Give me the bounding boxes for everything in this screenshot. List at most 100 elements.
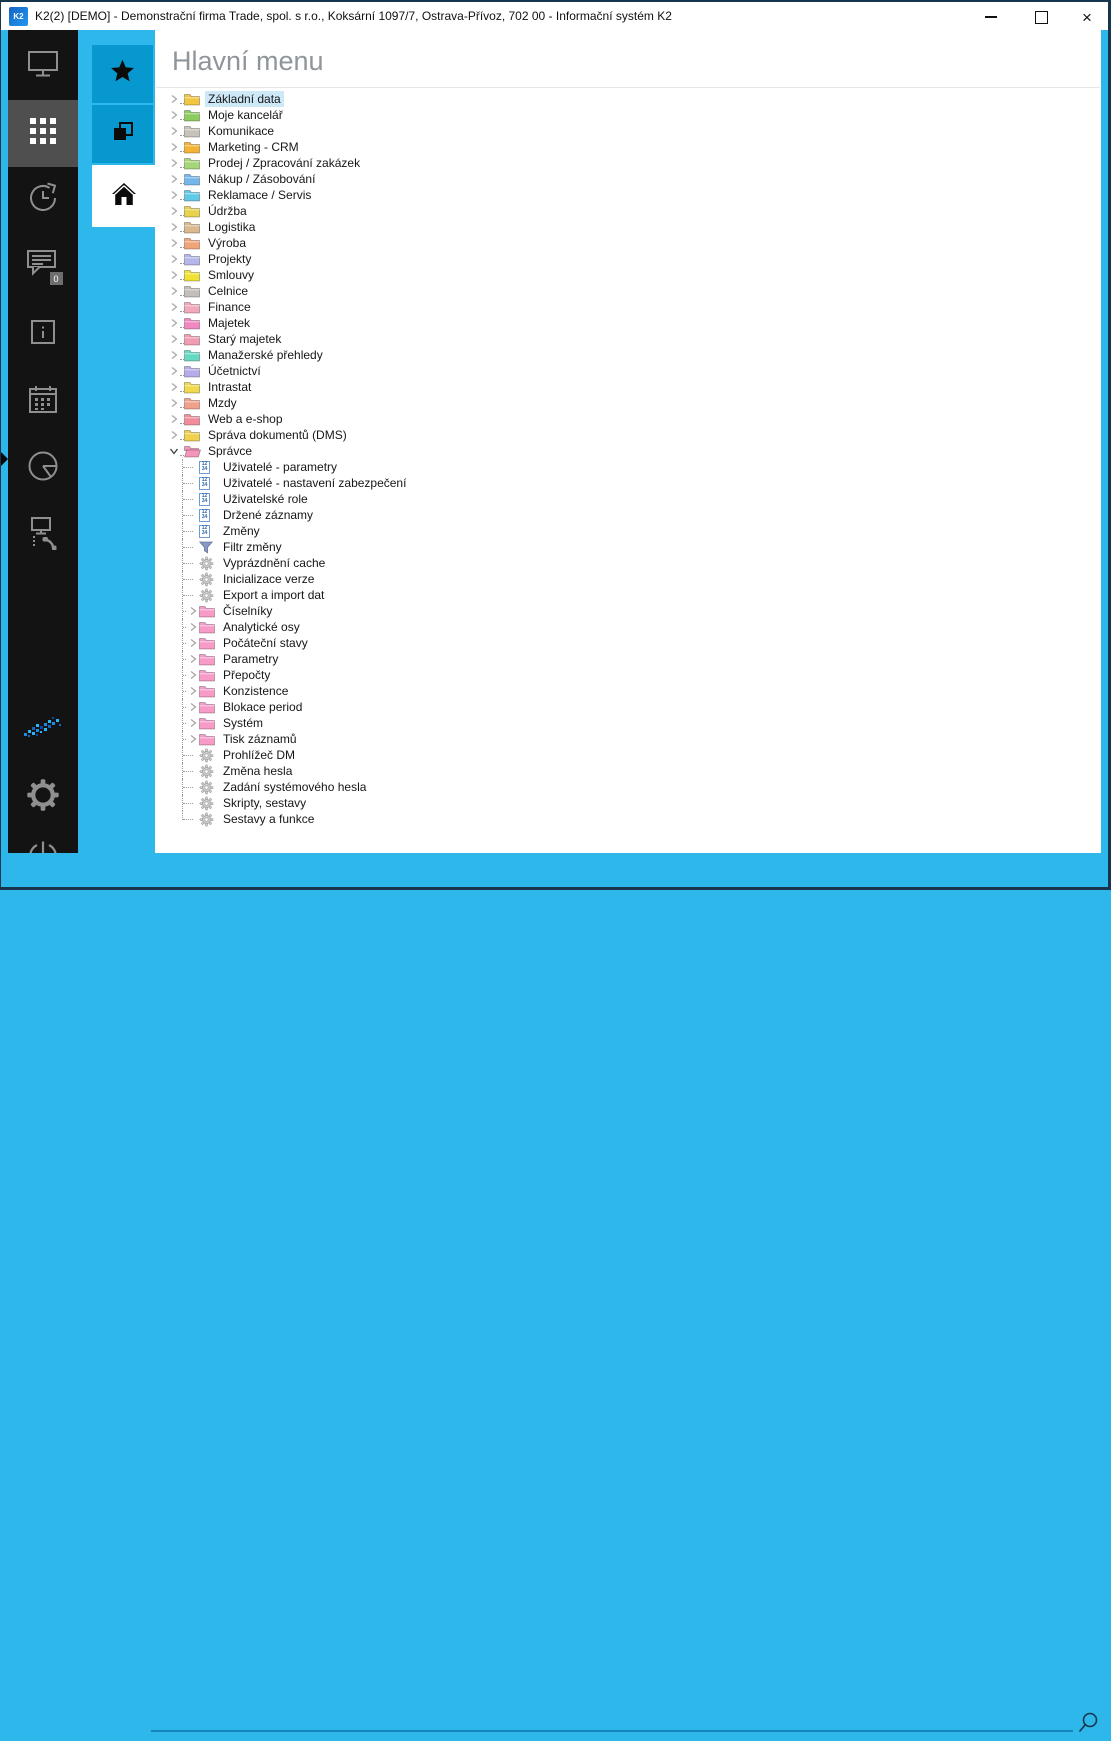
window-title: K2(2) [DEMO] - Demonstrační firma Trade,… [35, 9, 672, 23]
chevron-right-icon[interactable] [168, 171, 180, 187]
tree-item[interactable]: 12 34 Držené záznamy [182, 507, 409, 523]
chevron-right-icon[interactable] [168, 299, 180, 315]
chevron-right-icon[interactable] [168, 395, 180, 411]
tree-item[interactable]: Moje kancelář [168, 107, 409, 123]
chevron-right-icon[interactable] [187, 651, 199, 667]
chevron-right-icon[interactable] [168, 411, 180, 427]
chevron-right-icon[interactable] [168, 155, 180, 171]
sidebar-item-chat[interactable]: 0 [8, 234, 78, 301]
tree-item[interactable]: Konzistence [182, 683, 409, 699]
tree-item[interactable]: Blokace period [182, 699, 409, 715]
sidebar-item-calendar[interactable] [8, 368, 78, 435]
chevron-right-icon[interactable] [168, 235, 180, 251]
tree-item[interactable]: 12 34 Uživatelské role [182, 491, 409, 507]
tree-item[interactable]: 12 34 Uživatelé - parametry [182, 459, 409, 475]
sidebar-item-settings-gear[interactable] [8, 769, 78, 825]
chevron-right-icon[interactable] [187, 699, 199, 715]
tree-item[interactable]: Systém [182, 715, 409, 731]
chevron-right-icon[interactable] [187, 731, 199, 747]
tree-item[interactable]: Projekty [168, 251, 409, 267]
maximize-button[interactable] [1026, 6, 1056, 28]
tree-item[interactable]: Sestavy a funkce [182, 811, 409, 827]
tree-item[interactable]: Analytické osy [182, 619, 409, 635]
tree-item[interactable]: Skripty, sestavy [182, 795, 409, 811]
chevron-right-icon[interactable] [168, 267, 180, 283]
tree-item[interactable]: Nákup / Zásobování [168, 171, 409, 187]
rail-tab-pages[interactable] [92, 105, 153, 163]
chevron-right-icon[interactable] [168, 283, 180, 299]
chevron-right-icon[interactable] [168, 123, 180, 139]
close-button[interactable]: × [1072, 6, 1102, 28]
chevron-right-icon[interactable] [187, 603, 199, 619]
tree-item[interactable]: Zadání systémového hesla [182, 779, 409, 795]
tree-item[interactable]: Marketing - CRM [168, 139, 409, 155]
rail-tab-star[interactable] [92, 45, 153, 103]
chevron-right-icon[interactable] [168, 219, 180, 235]
chevron-right-icon[interactable] [168, 427, 180, 443]
tree-item[interactable]: Přepočty [182, 667, 409, 683]
chevron-right-icon[interactable] [168, 331, 180, 347]
tree-item[interactable]: Smlouvy [168, 267, 409, 283]
tree-item[interactable]: Manažerské přehledy [168, 347, 409, 363]
sidebar-item-remote-phone[interactable] [8, 502, 78, 569]
tree-item[interactable]: Číselníky [182, 603, 409, 619]
tree-item[interactable]: Majetek [168, 315, 409, 331]
sidebar-item-desktop[interactable] [8, 33, 78, 100]
tree-item[interactable]: Celnice [168, 283, 409, 299]
tree-item[interactable]: Export a import dat [182, 587, 409, 603]
sidebar-item-info[interactable] [8, 301, 78, 368]
chevron-down-icon[interactable] [168, 443, 180, 459]
sidebar-item-k2-dots-logo[interactable] [8, 702, 78, 758]
chevron-right-icon[interactable] [168, 187, 180, 203]
chevron-right-icon[interactable] [187, 715, 199, 731]
tree-item[interactable]: Komunikace [168, 123, 409, 139]
chevron-right-icon[interactable] [168, 107, 180, 123]
chevron-right-icon[interactable] [168, 315, 180, 331]
chevron-right-icon[interactable] [168, 379, 180, 395]
tree-item[interactable]: Účetnictví [168, 363, 409, 379]
tree-item[interactable]: Starý majetek [168, 331, 409, 347]
chevron-right-icon[interactable] [187, 683, 199, 699]
rail-tab-home[interactable] [92, 165, 155, 227]
search-button[interactable] [1075, 1710, 1101, 1736]
tree-item[interactable]: Vyprázdnění cache [182, 555, 409, 571]
tree-item[interactable]: Prodej / Zpracování zakázek [168, 155, 409, 171]
tree-item[interactable]: Správce [168, 443, 409, 459]
sidebar-item-pie-chart[interactable] [8, 435, 78, 502]
tree-item[interactable]: Logistika [168, 219, 409, 235]
chevron-right-icon[interactable] [168, 251, 180, 267]
tree-item[interactable]: Údržba [168, 203, 409, 219]
tree-item[interactable]: Finance [168, 299, 409, 315]
tree-item[interactable]: Parametry [182, 651, 409, 667]
tree-item[interactable]: Reklamace / Servis [168, 187, 409, 203]
panel-expander-arrow[interactable] [1, 452, 8, 466]
tree-item[interactable]: 12 34 Změny [182, 523, 409, 539]
tree-item[interactable]: Intrastat [168, 379, 409, 395]
tree-item[interactable]: Správa dokumentů (DMS) [168, 427, 409, 443]
sidebar-item-history-clock[interactable] [8, 167, 78, 234]
minimize-button[interactable] [976, 6, 1006, 28]
menu-search-input[interactable] [153, 1711, 1073, 1731]
chevron-right-icon[interactable] [168, 347, 180, 363]
tree-item[interactable]: Inicializace verze [182, 571, 409, 587]
chevron-right-icon[interactable] [168, 91, 180, 107]
tree-item[interactable]: Výroba [168, 235, 409, 251]
tree-item[interactable]: Počáteční stavy [182, 635, 409, 651]
tree-item[interactable]: Web a e-shop [168, 411, 409, 427]
chevron-right-icon[interactable] [187, 667, 199, 683]
tree-item-label: Filtr změny [223, 540, 282, 554]
chevron-right-icon[interactable] [187, 635, 199, 651]
tree-item[interactable]: Tisk záznamů [182, 731, 409, 747]
tree-item[interactable]: Mzdy [168, 395, 409, 411]
tree-item[interactable]: Základní data [168, 91, 409, 107]
tree-item[interactable]: 12 34 Uživatelé - nastavení zabezpečení [182, 475, 409, 491]
tree-item[interactable]: Prohlížeč DM [182, 747, 409, 763]
chevron-right-icon[interactable] [187, 619, 199, 635]
tree-item[interactable]: Změna hesla [182, 763, 409, 779]
sidebar-item-apps-grid[interactable] [8, 100, 78, 167]
chevron-right-icon[interactable] [168, 363, 180, 379]
tree-item[interactable]: Filtr změny [182, 539, 409, 555]
tree-item-icon [199, 635, 217, 651]
chevron-right-icon[interactable] [168, 139, 180, 155]
chevron-right-icon[interactable] [168, 203, 180, 219]
